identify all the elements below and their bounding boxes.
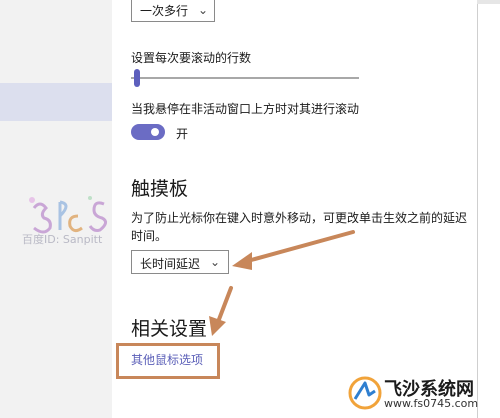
touchpad-delay-value: 长时间延迟 [140,257,201,271]
touchpad-description-line2: 时间。 [131,229,168,243]
content-right-border [477,4,478,418]
touchpad-heading: 触摸板 [131,178,189,200]
brand-url: www.fs0745.com [384,397,479,410]
sidebar-selected-item[interactable] [0,83,112,121]
related-settings-heading: 相关设置 [131,318,208,340]
inactive-scroll-label: 当我悬停在非活动窗口上方时对其进行滚动 [131,102,360,116]
touchpad-delay-dropdown[interactable]: 长时间延迟 ⌄ [131,250,229,274]
inactive-scroll-toggle[interactable] [131,124,165,140]
scroll-lines-value: 一次多行 [140,4,189,18]
other-mouse-options-link[interactable]: 其他鼠标选项 [131,351,203,368]
chevron-down-icon: ⌄ [210,255,221,269]
toggle-state-label: 开 [176,127,189,141]
scroll-rows-slider-track[interactable] [131,77,359,79]
watermark-text: 百度ID: Sanpitt [22,233,103,246]
toggle-knob [151,128,159,136]
scroll-rows-label: 设置每次要滚动的行数 [131,51,252,65]
chevron-down-icon: ⌄ [198,3,209,17]
touchpad-description-line1: 为了防止光标你在键入时意外移动，可更改单击生效之前的延迟 [131,211,468,225]
scroll-lines-dropdown[interactable]: 一次多行 ⌄ [131,0,215,22]
scroll-rows-slider-thumb[interactable] [134,69,140,87]
